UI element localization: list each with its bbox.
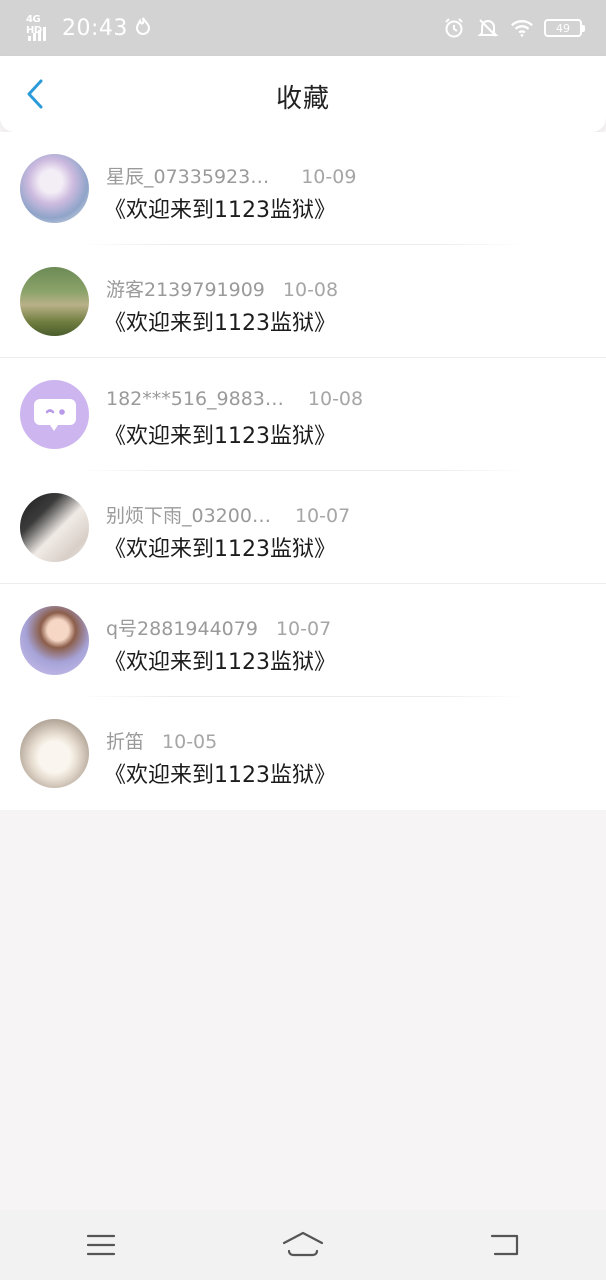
item-username: q号2881944079	[106, 618, 258, 640]
alarm-icon	[442, 16, 466, 40]
status-time: 20:43	[62, 15, 128, 41]
system-nav-bar	[0, 1210, 606, 1280]
list-item[interactable]: 别烦下雨_03200… 10-07 《欢迎来到1123监狱》	[0, 471, 606, 584]
status-right: 49	[442, 16, 585, 40]
avatar	[20, 606, 89, 675]
item-title: 《欢迎来到1123监狱》	[104, 198, 336, 223]
menu-icon	[86, 1234, 116, 1256]
item-title: 《欢迎来到1123监狱》	[104, 537, 336, 562]
list-item[interactable]: 182***516_9883… 10-08 《欢迎来到1123监狱》	[0, 358, 606, 471]
home-icon	[282, 1231, 324, 1257]
wifi-icon	[510, 16, 534, 40]
avatar	[20, 154, 89, 223]
battery-indicator: 49	[544, 19, 585, 37]
status-bar: 4G HD 20:43 49	[0, 0, 606, 56]
page-title: 收藏	[275, 84, 330, 114]
item-username: 游客2139791909	[106, 279, 265, 301]
item-title: 《欢迎来到1123监狱》	[104, 650, 336, 675]
menu-button[interactable]	[71, 1220, 131, 1270]
item-username: 别烦下雨_03200…	[106, 505, 271, 527]
mute-bell-icon	[476, 16, 500, 40]
item-date: 10-07	[275, 618, 332, 640]
status-left: 4G HD 20:43	[26, 14, 150, 41]
favorites-list: 星辰_07335923… 10-09 《欢迎来到1123监狱》 游客213979…	[0, 132, 606, 810]
item-username: 折笛	[106, 731, 145, 753]
list-item[interactable]: 折笛 10-05 《欢迎来到1123监狱》	[0, 697, 606, 810]
list-item[interactable]: q号2881944079 10-07 《欢迎来到1123监狱》	[0, 584, 606, 697]
item-title: 《欢迎来到1123监狱》	[104, 424, 336, 449]
item-date: 10-08	[282, 279, 339, 301]
page-header: 收藏	[0, 56, 606, 132]
flame-icon	[135, 17, 150, 39]
item-date: 10-09	[301, 166, 357, 188]
avatar	[20, 267, 89, 336]
item-username: 星辰_07335923…	[106, 166, 270, 188]
list-item[interactable]: 游客2139791909 10-08 《欢迎来到1123监狱》	[0, 245, 606, 358]
back-icon	[490, 1234, 519, 1256]
avatar	[20, 493, 89, 562]
signal-icon: 4G HD	[26, 14, 54, 41]
item-date: 10-05	[162, 731, 218, 753]
list-item[interactable]: 星辰_07335923… 10-09 《欢迎来到1123监狱》	[0, 132, 606, 245]
chat-bubble-icon	[33, 398, 76, 431]
item-title: 《欢迎来到1123监狱》	[104, 763, 336, 788]
item-date: 10-08	[307, 388, 364, 410]
back-nav-button[interactable]	[475, 1220, 535, 1270]
item-title: 《欢迎来到1123监狱》	[104, 311, 336, 336]
avatar	[20, 719, 89, 788]
item-date: 10-07	[294, 505, 351, 527]
item-username: 182***516_9883…	[106, 388, 284, 410]
home-button[interactable]	[273, 1220, 333, 1270]
avatar	[20, 380, 89, 449]
